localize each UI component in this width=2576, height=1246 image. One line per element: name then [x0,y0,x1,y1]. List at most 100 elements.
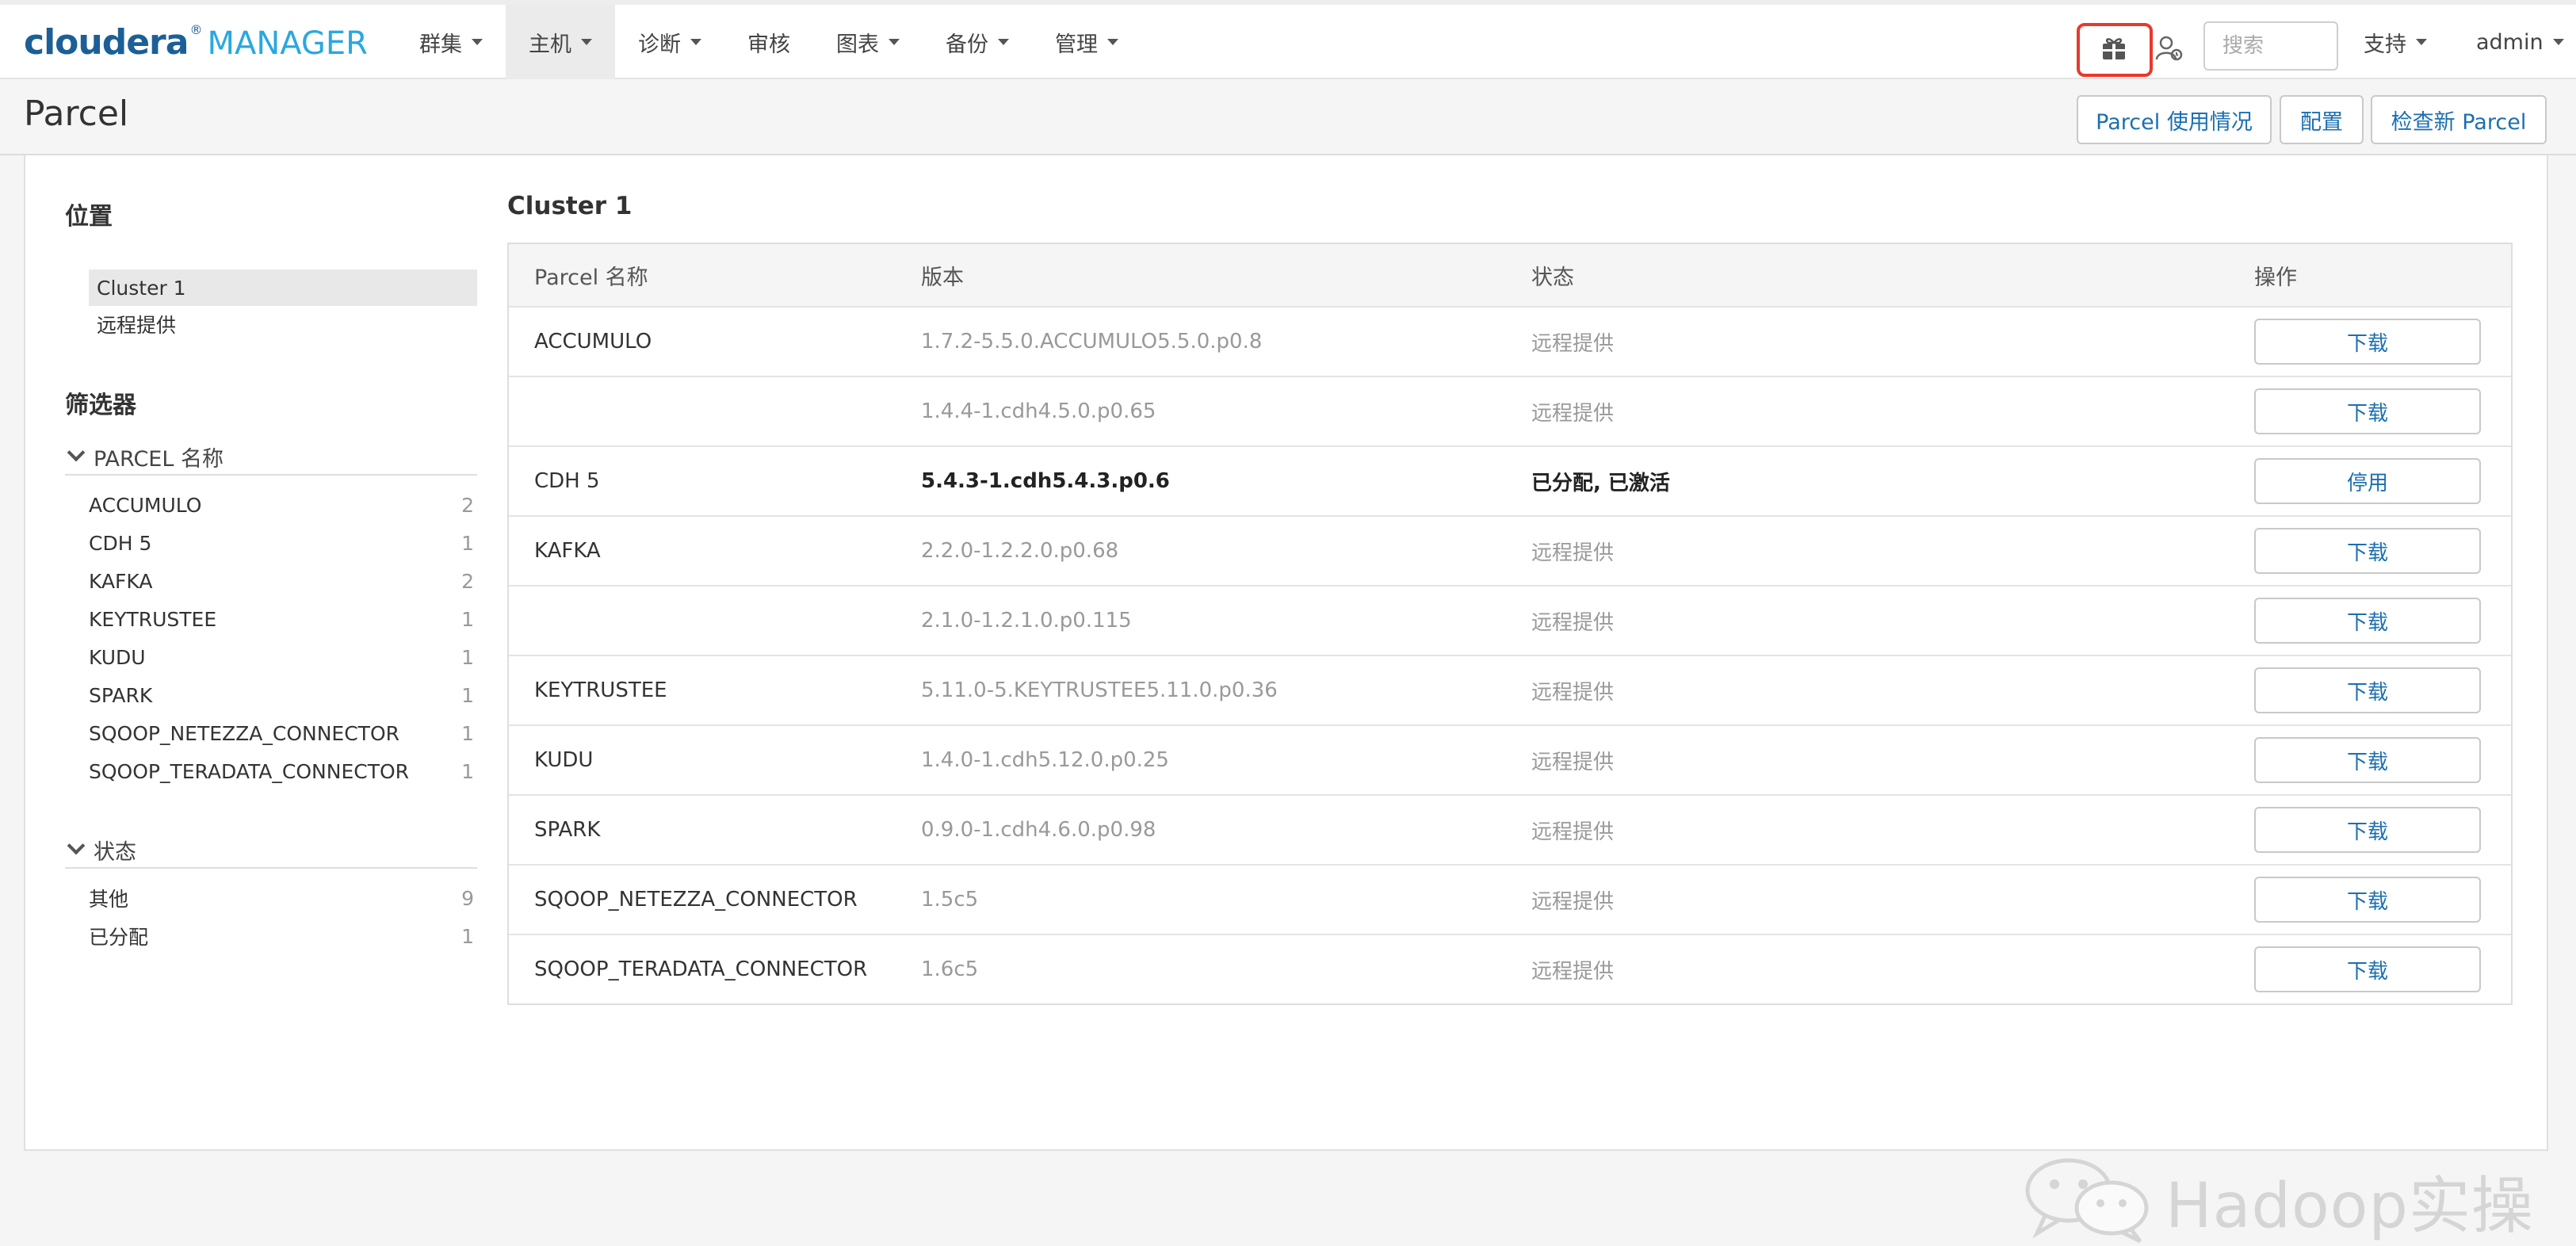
parcel-status: 远程提供 [1531,959,1615,984]
download-button[interactable]: 下载 [2254,388,2481,434]
menu-clusters[interactable]: 群集 [396,5,506,79]
filter-item-count: 1 [461,645,474,669]
parcel-name: SPARK [534,818,601,842]
chevron-down-icon [67,443,86,462]
menu-hosts[interactable]: 主机 [506,5,615,79]
watermark-text: Hadoop实操 [2165,1171,2534,1242]
filter-item-label: KUDU [89,645,146,669]
parcel-status: 远程提供 [1531,750,1615,774]
menu-audits[interactable]: 审核 [724,5,813,79]
support-label: 支持 [2364,32,2406,57]
search-input[interactable] [2203,21,2338,71]
column-header-action: 操作 [2254,265,2297,290]
download-button[interactable]: 下载 [2254,737,2481,783]
parcel-name: CDH 5 [534,469,600,493]
content-panel: 位置 Cluster 1 远程提供 筛选器 PARCEL 名称 ACCUMULO… [24,155,2548,1244]
menu-backup[interactable]: 备份 [923,5,1032,79]
filter-item-label: SQOOP_NETEZZA_CONNECTOR [89,721,400,745]
parcel-version: 1.7.2-5.5.0.ACCUMULO5.5.0.p0.8 [921,330,1263,354]
parcel-version: 1.6c5 [921,957,979,981]
menu-administration[interactable]: 管理 [1032,5,1141,79]
download-button[interactable]: 下载 [2254,667,2481,713]
filter-item[interactable]: KEYTRUSTEE 1 [89,601,477,637]
action-cell: 下载 [2254,796,2481,864]
user-status-icon[interactable] [2154,33,2184,63]
deactivate-button[interactable]: 停用 [2254,458,2481,504]
column-header-status[interactable]: 状态 [1531,244,1574,306]
action-cell: 下载 [2254,377,2481,445]
parcel-version: 1.5c5 [921,888,979,912]
parcel-status: 远程提供 [1531,401,1615,426]
filter-item-count: 1 [461,924,474,948]
filter-item[interactable]: SQOOP_TERADATA_CONNECTOR 1 [89,753,477,789]
caret-down-icon [889,39,900,45]
parcel-version: 5.4.3-1.cdh5.4.3.p0.6 [921,469,1170,493]
action-cell: 下载 [2254,726,2481,794]
filter-item-label: SQOOP_TERADATA_CONNECTOR [89,759,410,783]
caret-down-icon [472,39,483,45]
parcel-status: 远程提供 [1531,541,1615,565]
parcel-status: 远程提供 [1531,889,1615,914]
check-new-parcels-button[interactable]: 检查新 Parcel [2371,95,2547,144]
location-cluster-1[interactable]: Cluster 1 [89,269,477,306]
menu-label: 备份 [946,32,988,57]
status-filter-toggle[interactable]: 状态 [65,832,477,869]
filter-item[interactable]: CDH 5 1 [89,525,477,561]
location-heading: 位置 [65,203,113,231]
download-button[interactable]: 下载 [2254,319,2481,365]
parcel-version: 1.4.0-1.cdh5.12.0.p0.25 [921,748,1169,772]
menu-label: 诊断 [638,32,681,57]
action-cell: 停用 [2254,447,2481,515]
column-header-name[interactable]: Parcel 名称 [534,244,648,306]
download-button[interactable]: 下载 [2254,807,2481,853]
filter-item-label: KEYTRUSTEE [89,607,217,631]
support-menu[interactable]: 支持 [2364,5,2427,79]
user-label: admin [2476,29,2544,55]
filter-item[interactable]: SQOOP_NETEZZA_CONNECTOR 1 [89,715,477,751]
parcel-name: SQOOP_NETEZZA_CONNECTOR [534,888,858,912]
user-menu[interactable]: admin [2476,5,2564,79]
filter-item[interactable]: 已分配 1 [89,918,477,954]
menu-charts[interactable]: 图表 [813,5,923,79]
filter-item-label: CDH 5 [89,531,152,555]
table-row: ACCUMULO 1.7.2-5.5.0.ACCUMULO5.5.0.p0.8 … [509,306,2511,376]
parcel-name-filter-toggle[interactable]: PARCEL 名称 [65,439,477,476]
main-menu: 群集 主机 诊断 审核 图表 备份 管理 [396,5,1141,79]
action-cell: 下载 [2254,866,2481,934]
caret-down-icon [998,39,1009,45]
parcel-gift-icon[interactable] [2100,35,2127,62]
action-cell: 下载 [2254,308,2481,376]
parcel-version: 2.1.0-1.2.1.0.p0.115 [921,609,1132,633]
parcel-name: KAFKA [534,539,601,563]
table-row: 1.4.4-1.cdh4.5.0.p0.65 远程提供 下载 [509,376,2511,445]
parcel-status: 远程提供 [1531,680,1615,705]
table-row: 2.1.0-1.2.1.0.p0.115 远程提供 下载 [509,585,2511,655]
watermark: Hadoop实操 [2023,1156,2534,1246]
parcel-status: 远程提供 [1531,820,1615,844]
filter-item[interactable]: KUDU 1 [89,639,477,675]
filter-item[interactable]: KAFKA 2 [89,563,477,599]
top-navbar: cloudera ® MANAGER 群集 主机 诊断 审核 图表 备份 管理 [0,0,2576,79]
column-header-version[interactable]: 版本 [921,244,964,306]
parcel-status: 已分配, 已激活 [1531,471,1670,495]
filter-item[interactable]: 其他 9 [89,880,477,916]
filter-item-count: 2 [461,569,474,593]
download-button[interactable]: 下载 [2254,946,2481,992]
location-remote[interactable]: 远程提供 [89,306,477,342]
table-row: SPARK 0.9.0-1.cdh4.6.0.p0.98 远程提供 下载 [509,794,2511,864]
parcel-name: ACCUMULO [534,330,652,354]
filter-item[interactable]: ACCUMULO 2 [89,487,477,523]
menu-label: 群集 [419,32,462,57]
parcel-usage-button[interactable]: Parcel 使用情况 [2077,95,2272,144]
parcel-version: 0.9.0-1.cdh4.6.0.p0.98 [921,818,1156,842]
cloudera-manager-logo[interactable]: cloudera ® MANAGER [24,22,368,67]
filter-item-count: 9 [461,886,474,910]
menu-diagnostics[interactable]: 诊断 [615,5,724,79]
config-button[interactable]: 配置 [2280,95,2364,144]
download-button[interactable]: 下载 [2254,528,2481,574]
parcel-table: Parcel 名称 版本 状态 操作 ACCUMULO 1.7.2-5.5.0.… [507,243,2513,1005]
download-button[interactable]: 下载 [2254,877,2481,923]
parcel-name-filter-label: PARCEL 名称 [94,446,224,472]
download-button[interactable]: 下载 [2254,598,2481,644]
filter-item[interactable]: SPARK 1 [89,677,477,713]
